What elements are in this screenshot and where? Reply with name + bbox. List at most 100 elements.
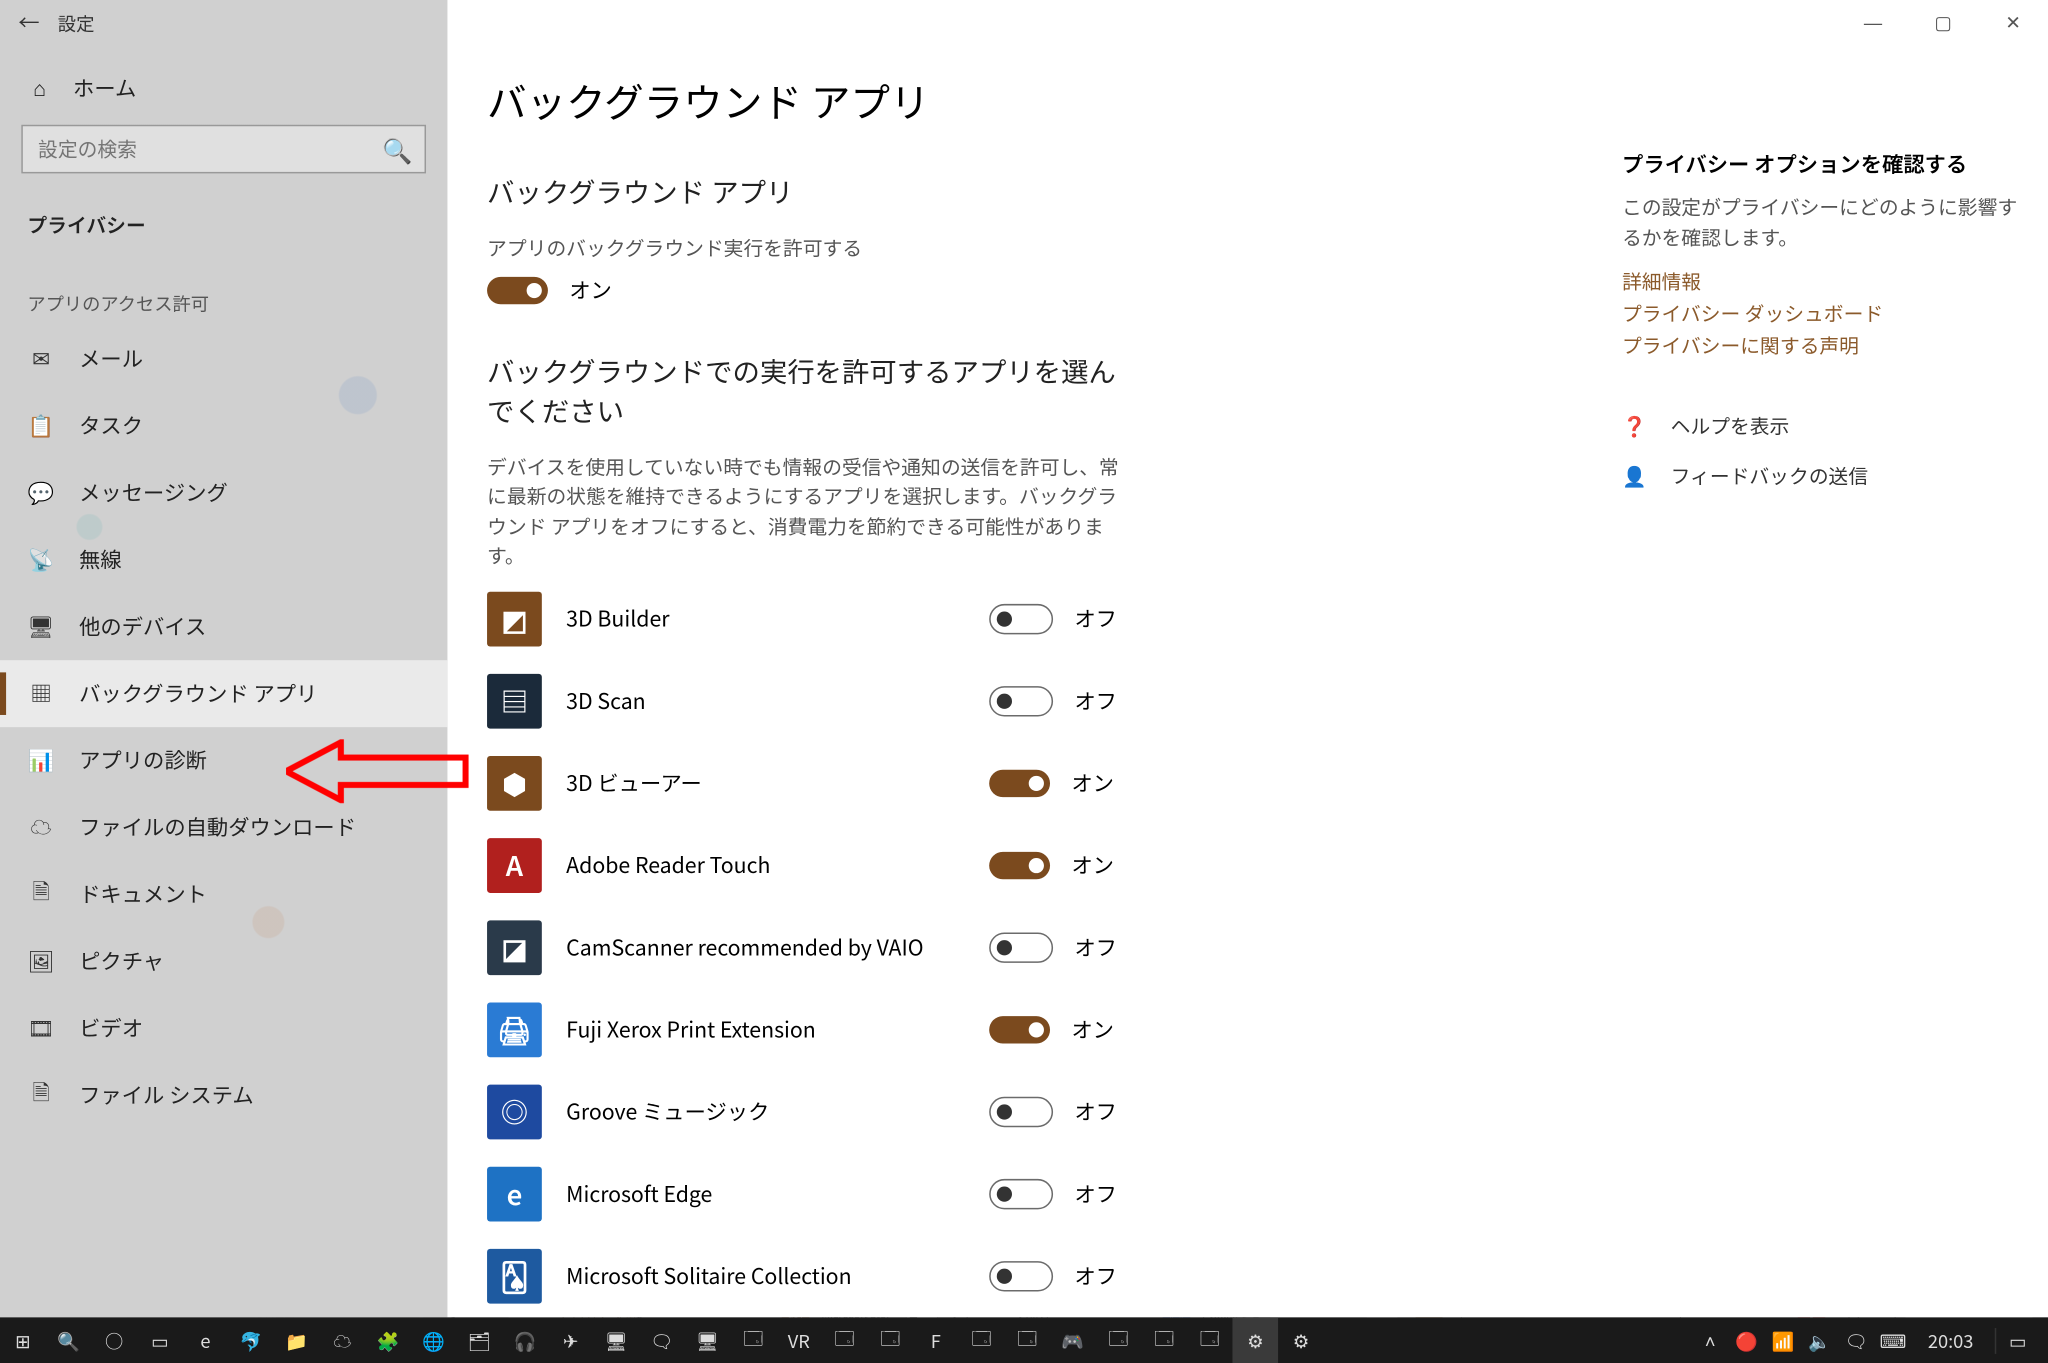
sidebar-item[interactable]: 🗎ファイル システム [0,1062,447,1129]
app-toggle[interactable] [989,1096,1053,1126]
sidebar-item-icon: 🎞 [27,1013,54,1043]
taskbar-item[interactable]: ⊞ [0,1317,46,1363]
taskbar-item[interactable]: ☁ [320,1317,366,1363]
sidebar-item-label: タスク [79,411,143,441]
taskbar-item[interactable]: ▭ [137,1317,183,1363]
app-toggle[interactable] [989,1015,1050,1042]
sidebar-item-icon: 💬 [27,478,54,508]
taskbar-item[interactable]: 🗔 [822,1317,868,1363]
section-heading: バックグラウンドでの実行を許可するアプリを選んでください [487,351,1141,430]
taskbar-item[interactable]: 🗔 [1096,1317,1142,1363]
taskbar-item[interactable]: 🎮 [1050,1317,1096,1363]
app-toggle-row: オフ [989,1178,1126,1208]
sidebar-item[interactable]: 📡無線 [0,526,447,593]
taskbar-item[interactable]: ⚙ [1232,1317,1278,1363]
app-toggle-row: オフ [989,1096,1126,1126]
app-name-label: 3D Builder [566,603,965,633]
sidebar-item[interactable]: 🎞 ビデオ [0,995,447,1062]
close-button[interactable]: ✕ [1978,0,2048,46]
taskbar-clock[interactable]: 20:03 [1916,1327,1986,1353]
help-link[interactable]: ❓ヘルプを表示 [1622,411,2018,440]
sidebar-section-heading: プライバシー [0,189,447,254]
minimize-button[interactable]: — [1838,0,1908,46]
taskbar-item[interactable]: 🗔 [867,1317,913,1363]
side-link[interactable]: プライバシーに関する声明 [1622,330,2018,359]
taskbar-item[interactable]: 🖥 [685,1317,731,1363]
taskbar-item[interactable]: 🗔 [1187,1317,1233,1363]
sidebar-item[interactable]: 💬メッセージング [0,459,447,526]
maximize-button[interactable]: ▢ [1908,0,1978,46]
sidebar-item[interactable]: 🖼ピクチャ [0,928,447,995]
settings-window: ← 設定 — ▢ ✕ ⌂ ホーム 🔍 プライバシー アプリのアクセス許可 ✉メー… [0,0,2048,1317]
help-link-label: フィードバックの送信 [1671,461,1868,490]
taskbar-item[interactable]: 📁 [274,1317,320,1363]
taskbar-item[interactable]: 🐬 [228,1317,274,1363]
main-content: バックグラウンド アプリ バックグラウンド アプリ アプリのバックグラウンド実行… [447,0,1622,1317]
sidebar-item-label: ビデオ [79,1013,143,1043]
taskbar-item[interactable]: 🗔 [730,1317,776,1363]
sidebar-home[interactable]: ⌂ ホーム [0,58,447,119]
app-toggle-row: オフ [989,1260,1126,1290]
sidebar-item[interactable]: ☁ファイルの自動ダウンロード [0,794,447,861]
app-toggle[interactable] [989,851,1050,878]
app-toggle[interactable] [989,685,1053,715]
app-icon: ◎ [487,1084,542,1139]
taskbar-item[interactable]: F [913,1317,959,1363]
app-icon: 🖨 [487,1002,542,1057]
taskbar-item[interactable]: ⚙ [1278,1317,1324,1363]
taskbar-item[interactable]: 🧩 [365,1317,411,1363]
side-link[interactable]: プライバシー ダッシュボード [1622,298,2018,327]
taskbar-item[interactable]: 🗔 [1004,1317,1050,1363]
taskbar-item[interactable]: 🖥 [593,1317,639,1363]
taskbar-item[interactable]: 🗔 [1141,1317,1187,1363]
sidebar-search[interactable]: 🔍 [21,125,426,174]
taskbar-item[interactable]: 🎧 [502,1317,548,1363]
taskbar-item[interactable]: 🔍 [46,1317,92,1363]
back-button[interactable]: ← [0,0,58,46]
app-icon: ▤ [487,673,542,728]
sidebar-item[interactable]: 📋タスク [0,392,447,459]
sidebar-item[interactable]: 🗎ドキュメント [0,861,447,928]
app-name-label: Microsoft Edge [566,1178,965,1208]
app-item: ⬢3D ビューアーオン [487,755,1126,810]
sidebar-item[interactable]: 📊アプリの診断 [0,727,447,794]
notification-center-button[interactable]: ▭ [1995,1327,2039,1353]
tray-icon[interactable]: 🗨 [1843,1327,1870,1353]
app-toggle[interactable] [989,769,1050,796]
app-toggle[interactable] [989,932,1053,962]
taskbar-item[interactable]: VR [776,1317,822,1363]
app-name-label: CamScanner recommended by VAIO [566,932,965,962]
tray-icon[interactable]: 🔴 [1733,1327,1760,1353]
tray-icon[interactable]: ⌨ [1879,1327,1906,1353]
tray-icon[interactable]: 🔈 [1806,1327,1833,1353]
sidebar-item-icon: 🖼 [27,946,54,976]
sidebar-item-label: 無線 [79,545,122,575]
taskbar-item[interactable]: ○ [91,1317,137,1363]
tray-icon[interactable]: ˄ [1697,1327,1724,1353]
app-toggle[interactable] [989,1178,1053,1208]
app-name-label: 3D Scan [566,685,965,715]
taskbar-item[interactable]: 🌐 [411,1317,457,1363]
app-icon: e [487,1166,542,1221]
sidebar-item-label: アプリの診断 [79,745,207,775]
tray-icon[interactable]: 📶 [1770,1327,1797,1353]
side-link[interactable]: 詳細情報 [1622,266,2018,295]
help-link[interactable]: 👤フィードバックの送信 [1622,461,2018,490]
app-toggle-row: オン [989,850,1126,880]
app-toggle[interactable] [989,603,1053,633]
search-input[interactable] [35,136,382,162]
app-toggle-row: オン [989,1014,1126,1044]
sidebar-item[interactable]: ✉メール [0,326,447,393]
sidebar-search-wrap: 🔍 [0,119,447,189]
app-item: ◎Groove ミュージックオフ [487,1084,1126,1139]
taskbar-item[interactable]: 🗨 [639,1317,685,1363]
taskbar-item[interactable]: 🗔 [959,1317,1005,1363]
taskbar-item[interactable]: 🗂 [456,1317,502,1363]
app-toggle[interactable] [989,1260,1053,1290]
taskbar-item[interactable]: e [183,1317,229,1363]
allow-bg-toggle[interactable] [487,276,548,303]
sidebar-item[interactable]: ▦バックグラウンド アプリ [0,660,447,727]
taskbar-item[interactable]: ✈ [548,1317,594,1363]
sidebar-item[interactable]: 🖥他のデバイス [0,593,447,660]
sidebar-item-label: メール [79,344,143,374]
